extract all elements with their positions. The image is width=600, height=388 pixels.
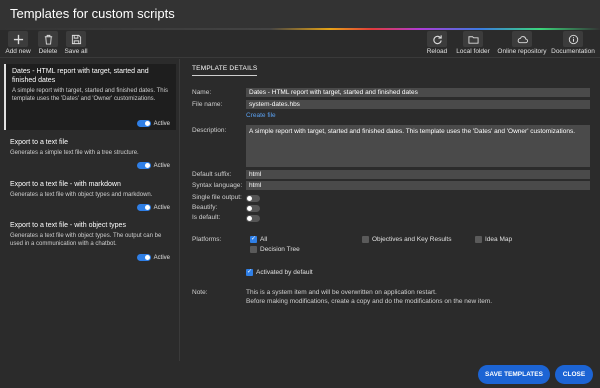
footer: SAVE TEMPLATES CLOSE [0, 361, 600, 388]
template-details-panel: TEMPLATE DETAILS Name: Dates - HTML repo… [182, 59, 600, 361]
active-label: Active [153, 162, 170, 169]
template-description: Generates a text file with object types.… [10, 233, 162, 247]
checkbox-checked-icon [246, 269, 253, 276]
delete-button[interactable]: Delete [37, 30, 59, 58]
platform-label: All [260, 236, 268, 243]
active-toggle[interactable] [136, 162, 151, 169]
reload-label: Reload [426, 48, 448, 55]
active-label: Active [153, 120, 170, 127]
platform-okr-checkbox[interactable]: Objectives and Key Results [362, 236, 451, 243]
beautify-toggle[interactable] [246, 205, 260, 212]
note-line-1: This is a system item and will be overwr… [246, 289, 437, 296]
save-all-label: Save all [64, 48, 88, 55]
template-item-export-text[interactable]: Export to a text file Generates a simple… [4, 135, 176, 173]
local-folder-label: Local folder [456, 48, 490, 55]
toolbar: Add new Delete Save all Reload Local fol… [0, 30, 600, 58]
active-toggle-row: Active [136, 162, 170, 169]
close-button[interactable]: CLOSE [555, 365, 593, 384]
online-repository-button[interactable]: Online repository [495, 30, 549, 58]
single-file-output-label: Single file output: [192, 194, 242, 201]
checkbox-unchecked-icon [362, 236, 369, 243]
delete-label: Delete [38, 48, 58, 55]
tab-template-details[interactable]: TEMPLATE DETAILS [192, 65, 258, 76]
add-new-label: Add new [5, 48, 31, 55]
active-toggle-row: Active [136, 120, 170, 127]
active-toggle[interactable] [136, 254, 151, 261]
platform-idea-map-checkbox[interactable]: Idea Map [475, 236, 512, 243]
save-all-button[interactable]: Save all [63, 30, 89, 58]
platform-label: Decision Tree [260, 246, 300, 253]
info-icon [563, 31, 583, 47]
file-name-field[interactable]: system-dates.hbs [246, 100, 590, 109]
activated-by-default-checkbox[interactable]: Activated by default [246, 269, 313, 276]
default-suffix-label: Default suffix: [192, 171, 232, 178]
template-title: Export to a text file [10, 139, 68, 146]
name-label: Name: [192, 89, 212, 96]
save-icon [66, 31, 86, 47]
template-description: Generates a text file with object types … [10, 192, 153, 198]
platform-label: Objectives and Key Results [372, 236, 452, 243]
checkbox-unchecked-icon [250, 246, 257, 253]
template-item-export-object-types[interactable]: Export to a text file - with object type… [4, 218, 176, 266]
is-default-toggle[interactable] [246, 215, 260, 222]
platform-label: Idea Map [485, 236, 513, 243]
documentation-label: Documentation [551, 48, 595, 55]
checkbox-unchecked-icon [475, 236, 482, 243]
single-file-output-toggle[interactable] [246, 195, 260, 202]
reload-icon [427, 31, 447, 47]
window-title: Templates for custom scripts [10, 6, 175, 21]
template-description: A simple report with target, started and… [12, 88, 168, 102]
note-line-2: Before making modifications, create a co… [246, 298, 493, 305]
template-title: Export to a text file - with markdown [10, 181, 121, 188]
template-list: Dates - HTML report with target, started… [0, 59, 180, 361]
documentation-button[interactable]: Documentation [551, 30, 595, 58]
default-suffix-field[interactable]: html [246, 170, 590, 179]
syntax-language-label: Syntax language: [192, 182, 243, 189]
beautify-label: Beautify: [192, 204, 218, 211]
file-name-label: File name: [192, 101, 223, 108]
local-folder-button[interactable]: Local folder [455, 30, 491, 58]
add-icon [8, 31, 28, 47]
active-toggle[interactable] [136, 204, 151, 211]
active-toggle-row: Active [136, 204, 170, 211]
active-label: Active [153, 254, 170, 261]
platform-decision-tree-checkbox[interactable]: Decision Tree [250, 246, 300, 253]
syntax-language-field[interactable]: html [246, 181, 590, 190]
add-new-button[interactable]: Add new [5, 30, 31, 58]
template-item-export-markdown[interactable]: Export to a text file - with markdown Ge… [4, 177, 176, 215]
template-description: Generates a simple text file with a tree… [10, 150, 139, 156]
description-textarea[interactable]: A simple report with target, started and… [246, 125, 590, 167]
platforms-label: Platforms: [192, 236, 222, 243]
active-toggle-row: Active [136, 254, 170, 261]
template-title: Export to a text file - with object type… [10, 222, 126, 229]
platform-all-checkbox[interactable]: All [250, 236, 267, 243]
folder-icon [463, 31, 483, 47]
reload-button[interactable]: Reload [424, 30, 450, 58]
description-label: Description: [192, 127, 227, 134]
active-toggle[interactable] [136, 120, 151, 127]
template-title: Dates - HTML report with target, started… [12, 68, 149, 84]
save-templates-button[interactable]: SAVE TEMPLATES [478, 365, 550, 384]
template-item-dates[interactable]: Dates - HTML report with target, started… [4, 64, 176, 130]
cloud-icon [512, 31, 532, 47]
note-label: Note: [192, 289, 208, 296]
window-titlebar: Templates for custom scripts [0, 0, 600, 28]
trash-icon [38, 31, 58, 47]
name-field[interactable]: Dates - HTML report with target, started… [246, 88, 590, 97]
activated-by-default-label: Activated by default [256, 269, 313, 276]
create-file-link[interactable]: Create file [246, 112, 276, 119]
is-default-label: Is default: [192, 214, 221, 221]
online-repository-label: Online repository [497, 48, 547, 55]
checkbox-checked-icon [250, 236, 257, 243]
active-label: Active [153, 204, 170, 211]
